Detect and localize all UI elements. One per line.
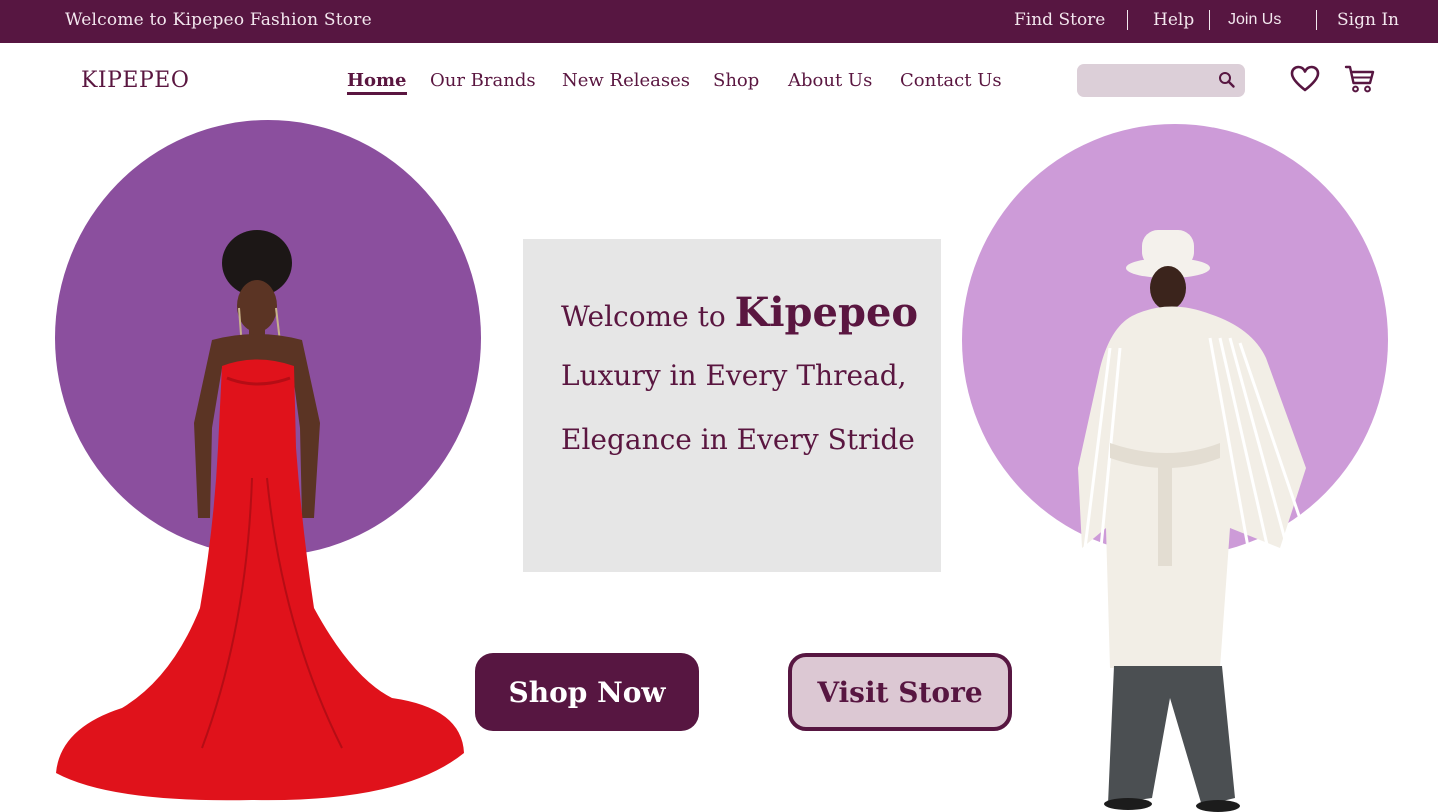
- sign-in-link[interactable]: Sign In: [1337, 10, 1399, 30]
- join-us-link[interactable]: Join Us: [1228, 11, 1281, 29]
- divider: [1316, 10, 1317, 30]
- nav-new-releases[interactable]: New Releases: [562, 70, 690, 91]
- cart-icon[interactable]: [1344, 63, 1376, 95]
- tagline-line-1: Luxury in Every Thread,: [561, 359, 907, 392]
- find-store-link[interactable]: Find Store: [1014, 10, 1105, 30]
- nav-shop[interactable]: Shop: [713, 70, 759, 91]
- divider: [1209, 10, 1210, 30]
- model-red-gown-image: [56, 230, 464, 801]
- shop-now-button[interactable]: Shop Now: [475, 653, 699, 731]
- nav-home[interactable]: Home: [347, 70, 407, 95]
- model-white-coat-image: [1078, 230, 1312, 812]
- top-bar: Welcome to Kipepeo Fashion Store Find St…: [0, 0, 1438, 43]
- nav-our-brands[interactable]: Our Brands: [430, 70, 536, 91]
- logo[interactable]: KIPEPEO: [81, 68, 189, 93]
- search-icon[interactable]: [1217, 70, 1237, 90]
- welcome-message: Welcome to Kipepeo Fashion Store: [65, 10, 372, 30]
- search-input[interactable]: [1085, 69, 1213, 91]
- brand-name: Kipepeo: [734, 289, 919, 336]
- visit-store-button[interactable]: Visit Store: [788, 653, 1012, 731]
- search-box: [1077, 64, 1245, 97]
- divider: [1127, 10, 1128, 30]
- welcome-prefix: Welcome to: [561, 300, 735, 333]
- welcome-card: Welcome to Kipepeo Luxury in Every Threa…: [523, 239, 941, 572]
- help-link[interactable]: Help: [1153, 10, 1194, 30]
- tagline-line-2: Elegance in Every Stride: [561, 423, 915, 456]
- nav-contact-us[interactable]: Contact Us: [900, 70, 1002, 91]
- nav-about-us[interactable]: About Us: [788, 70, 872, 91]
- heart-icon[interactable]: [1289, 63, 1321, 95]
- welcome-heading: Welcome to Kipepeo: [561, 289, 918, 336]
